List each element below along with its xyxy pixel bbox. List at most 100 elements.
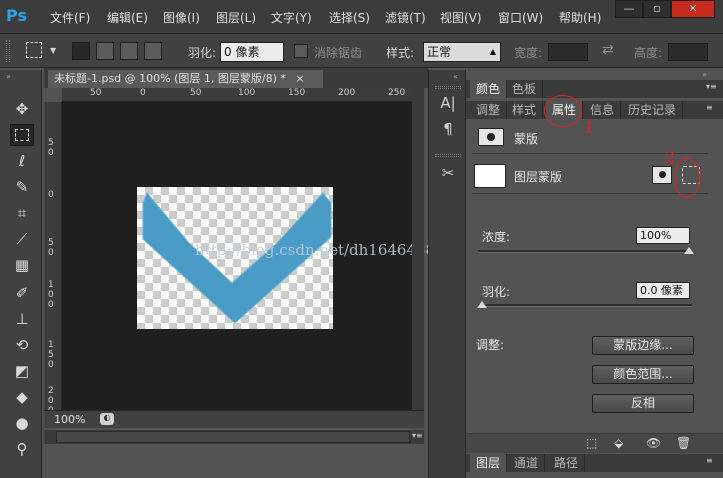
mask-thumbnail[interactable] xyxy=(474,164,506,188)
restore-button[interactable]: ▫ xyxy=(643,0,671,18)
menu-help[interactable]: 帮助(H) xyxy=(559,9,601,26)
tool-presets-icon[interactable]: ✂ xyxy=(436,162,460,184)
menu-image[interactable]: 图像(I) xyxy=(163,9,200,26)
tab-swatches[interactable]: 色板 xyxy=(506,80,544,98)
ruler-tick-label: 200 xyxy=(338,88,356,98)
menu-edit[interactable]: 编辑(E) xyxy=(107,9,148,26)
history-brush-tool-icon[interactable]: ⟲ xyxy=(10,334,34,356)
ruler-tick-label: 250 xyxy=(388,88,406,98)
menu-file[interactable]: 文件(F) xyxy=(50,9,90,26)
intersect-selection-icon[interactable] xyxy=(144,42,162,60)
ruler-tick-label: 50 xyxy=(90,88,102,98)
quick-select-tool-icon[interactable]: ✎ xyxy=(10,176,34,198)
panel-menu-icon[interactable]: ▾≡ xyxy=(412,431,423,440)
antialias-checkbox[interactable] xyxy=(294,44,308,58)
paint-bucket-tool-icon[interactable]: ◆ xyxy=(10,386,34,408)
mask-edge-button[interactable]: 蒙版边缘... xyxy=(592,336,694,355)
status-menu-icon[interactable]: ◐ xyxy=(100,413,114,425)
grip-icon xyxy=(6,40,10,62)
feather-input[interactable]: 0.0 像素 xyxy=(636,282,690,299)
tab-layers[interactable]: 图层 xyxy=(470,454,508,472)
expand-icon[interactable]: « xyxy=(453,72,458,81)
feather-slider[interactable] xyxy=(478,304,692,307)
vertical-scrollbar[interactable] xyxy=(412,88,424,410)
density-label: 浓度: xyxy=(482,230,511,244)
options-bar: ▼ 羽化: 0 像素 消除锯齿 样式: 正常 ▲ 宽度: ⇄ 高度: xyxy=(0,34,723,68)
tab-styles[interactable]: 样式 xyxy=(506,101,544,119)
menu-layer[interactable]: 图层(L) xyxy=(216,9,256,26)
paragraph-panel-icon[interactable]: ¶ xyxy=(436,118,460,140)
crop-tool-icon[interactable]: ⌗ xyxy=(10,202,34,224)
eyedropper-tool-icon[interactable]: ⟋ xyxy=(10,228,34,250)
invert-button[interactable]: 反相 xyxy=(592,394,694,413)
clone-stamp-tool-icon[interactable]: ⊥ xyxy=(10,308,34,330)
marquee-tool-icon[interactable] xyxy=(10,124,34,146)
pixel-mask-icon[interactable] xyxy=(478,128,504,146)
visibility-eye-icon[interactable]: 👁 xyxy=(646,436,661,450)
density-slider-thumb[interactable] xyxy=(684,247,694,254)
timeline-track[interactable] xyxy=(56,431,410,443)
document-tab[interactable]: 未标题-1.psd @ 100% (图层 1, 图层蒙版/8) * × xyxy=(48,70,323,88)
add-selection-icon[interactable] xyxy=(96,42,114,60)
color-tabs: 颜色 色板 ▾≡ xyxy=(466,80,723,98)
app-logo: Ps xyxy=(6,6,27,25)
collapse-icon[interactable]: » xyxy=(702,70,707,79)
move-tool-icon[interactable]: ✥ xyxy=(10,98,34,120)
rect-marquee-tool-icon[interactable] xyxy=(26,42,42,58)
close-button[interactable]: ✕ xyxy=(671,0,715,18)
apply-mask-icon[interactable]: ⬙ xyxy=(614,436,623,450)
swap-icon[interactable]: ⇄ xyxy=(602,42,614,58)
tab-info[interactable]: 信息 xyxy=(584,101,622,119)
menu-window[interactable]: 窗口(W) xyxy=(498,9,543,26)
right-panel-dock: » 颜色 色板 ▾≡ 调整 样式 属性 信息 历史记录 ≡ 1 蒙版 图层蒙版 … xyxy=(466,70,723,478)
menu-filter[interactable]: 滤镜(T) xyxy=(385,9,426,26)
color-range-button[interactable]: 颜色范围... xyxy=(592,365,694,384)
menu-bar: Ps 文件(F) 编辑(E) 图像(I) 图层(L) 文字(Y) 选择(S) 滤… xyxy=(0,0,723,34)
brush-tool-icon[interactable]: ✐ xyxy=(10,282,34,304)
new-selection-icon[interactable] xyxy=(72,42,90,60)
ruler-tick-label: 5 0 xyxy=(48,138,54,158)
lasso-tool-icon[interactable]: ℓ xyxy=(10,150,34,172)
menu-type[interactable]: 文字(Y) xyxy=(271,9,312,26)
height-input[interactable] xyxy=(668,43,708,61)
ruler-tick-label: 100 xyxy=(238,88,256,98)
load-selection-icon[interactable]: ⬚ xyxy=(586,436,597,450)
density-slider[interactable] xyxy=(478,250,692,253)
menu-view[interactable]: 视图(V) xyxy=(440,9,482,26)
subtract-selection-icon[interactable] xyxy=(120,42,138,60)
tab-color[interactable]: 颜色 xyxy=(470,80,508,98)
width-input[interactable] xyxy=(548,43,588,61)
feather-input[interactable]: 0 像素 xyxy=(220,42,284,62)
minimize-button[interactable]: — xyxy=(615,0,643,18)
menu-select[interactable]: 选择(S) xyxy=(329,9,370,26)
mask-section-label: 蒙版 xyxy=(514,132,539,146)
healing-tool-icon[interactable]: ▦ xyxy=(10,254,34,276)
collapse-icon[interactable]: » xyxy=(6,72,11,81)
zoom-level[interactable]: 100% xyxy=(54,413,85,426)
chevron-down-icon[interactable]: ▼ xyxy=(50,46,56,55)
eraser-tool-icon[interactable]: ◩ xyxy=(10,360,34,382)
timeline-bar: ▾≡ xyxy=(44,430,424,444)
panel-menu-icon[interactable]: ≡ xyxy=(706,456,713,465)
annotation-circle xyxy=(674,158,700,198)
tools-panel: » ✥ ℓ ✎ ⌗ ⟋ ▦ ✐ ⊥ ⟲ ◩ ◆ ● ⚲ xyxy=(0,70,42,478)
tab-adjustments[interactable]: 调整 xyxy=(470,101,508,119)
style-select[interactable]: 正常 ▲ xyxy=(423,42,501,62)
blur-tool-icon[interactable]: ● xyxy=(10,412,34,434)
tab-history[interactable]: 历史记录 xyxy=(622,101,684,119)
layer-mask-label: 图层蒙版 xyxy=(514,170,563,184)
close-tab-icon[interactable]: × xyxy=(295,72,304,85)
density-input[interactable]: 100% xyxy=(636,227,690,244)
tab-channels[interactable]: 通道 xyxy=(508,454,546,472)
trash-icon[interactable]: 🗑 xyxy=(676,436,691,450)
feather-label: 羽化: xyxy=(188,46,217,60)
character-panel-icon[interactable]: A| xyxy=(436,92,460,114)
panel-menu-icon[interactable]: ▾≡ xyxy=(706,82,717,91)
annotation-circle xyxy=(544,95,582,127)
dodge-tool-icon[interactable]: ⚲ xyxy=(10,438,34,460)
tab-paths[interactable]: 路径 xyxy=(548,454,586,472)
panel-menu-icon[interactable]: ≡ xyxy=(706,103,713,112)
feather-slider-thumb[interactable] xyxy=(477,301,487,308)
height-label: 高度: xyxy=(634,46,663,60)
select-pixel-mask-icon[interactable] xyxy=(652,166,672,184)
